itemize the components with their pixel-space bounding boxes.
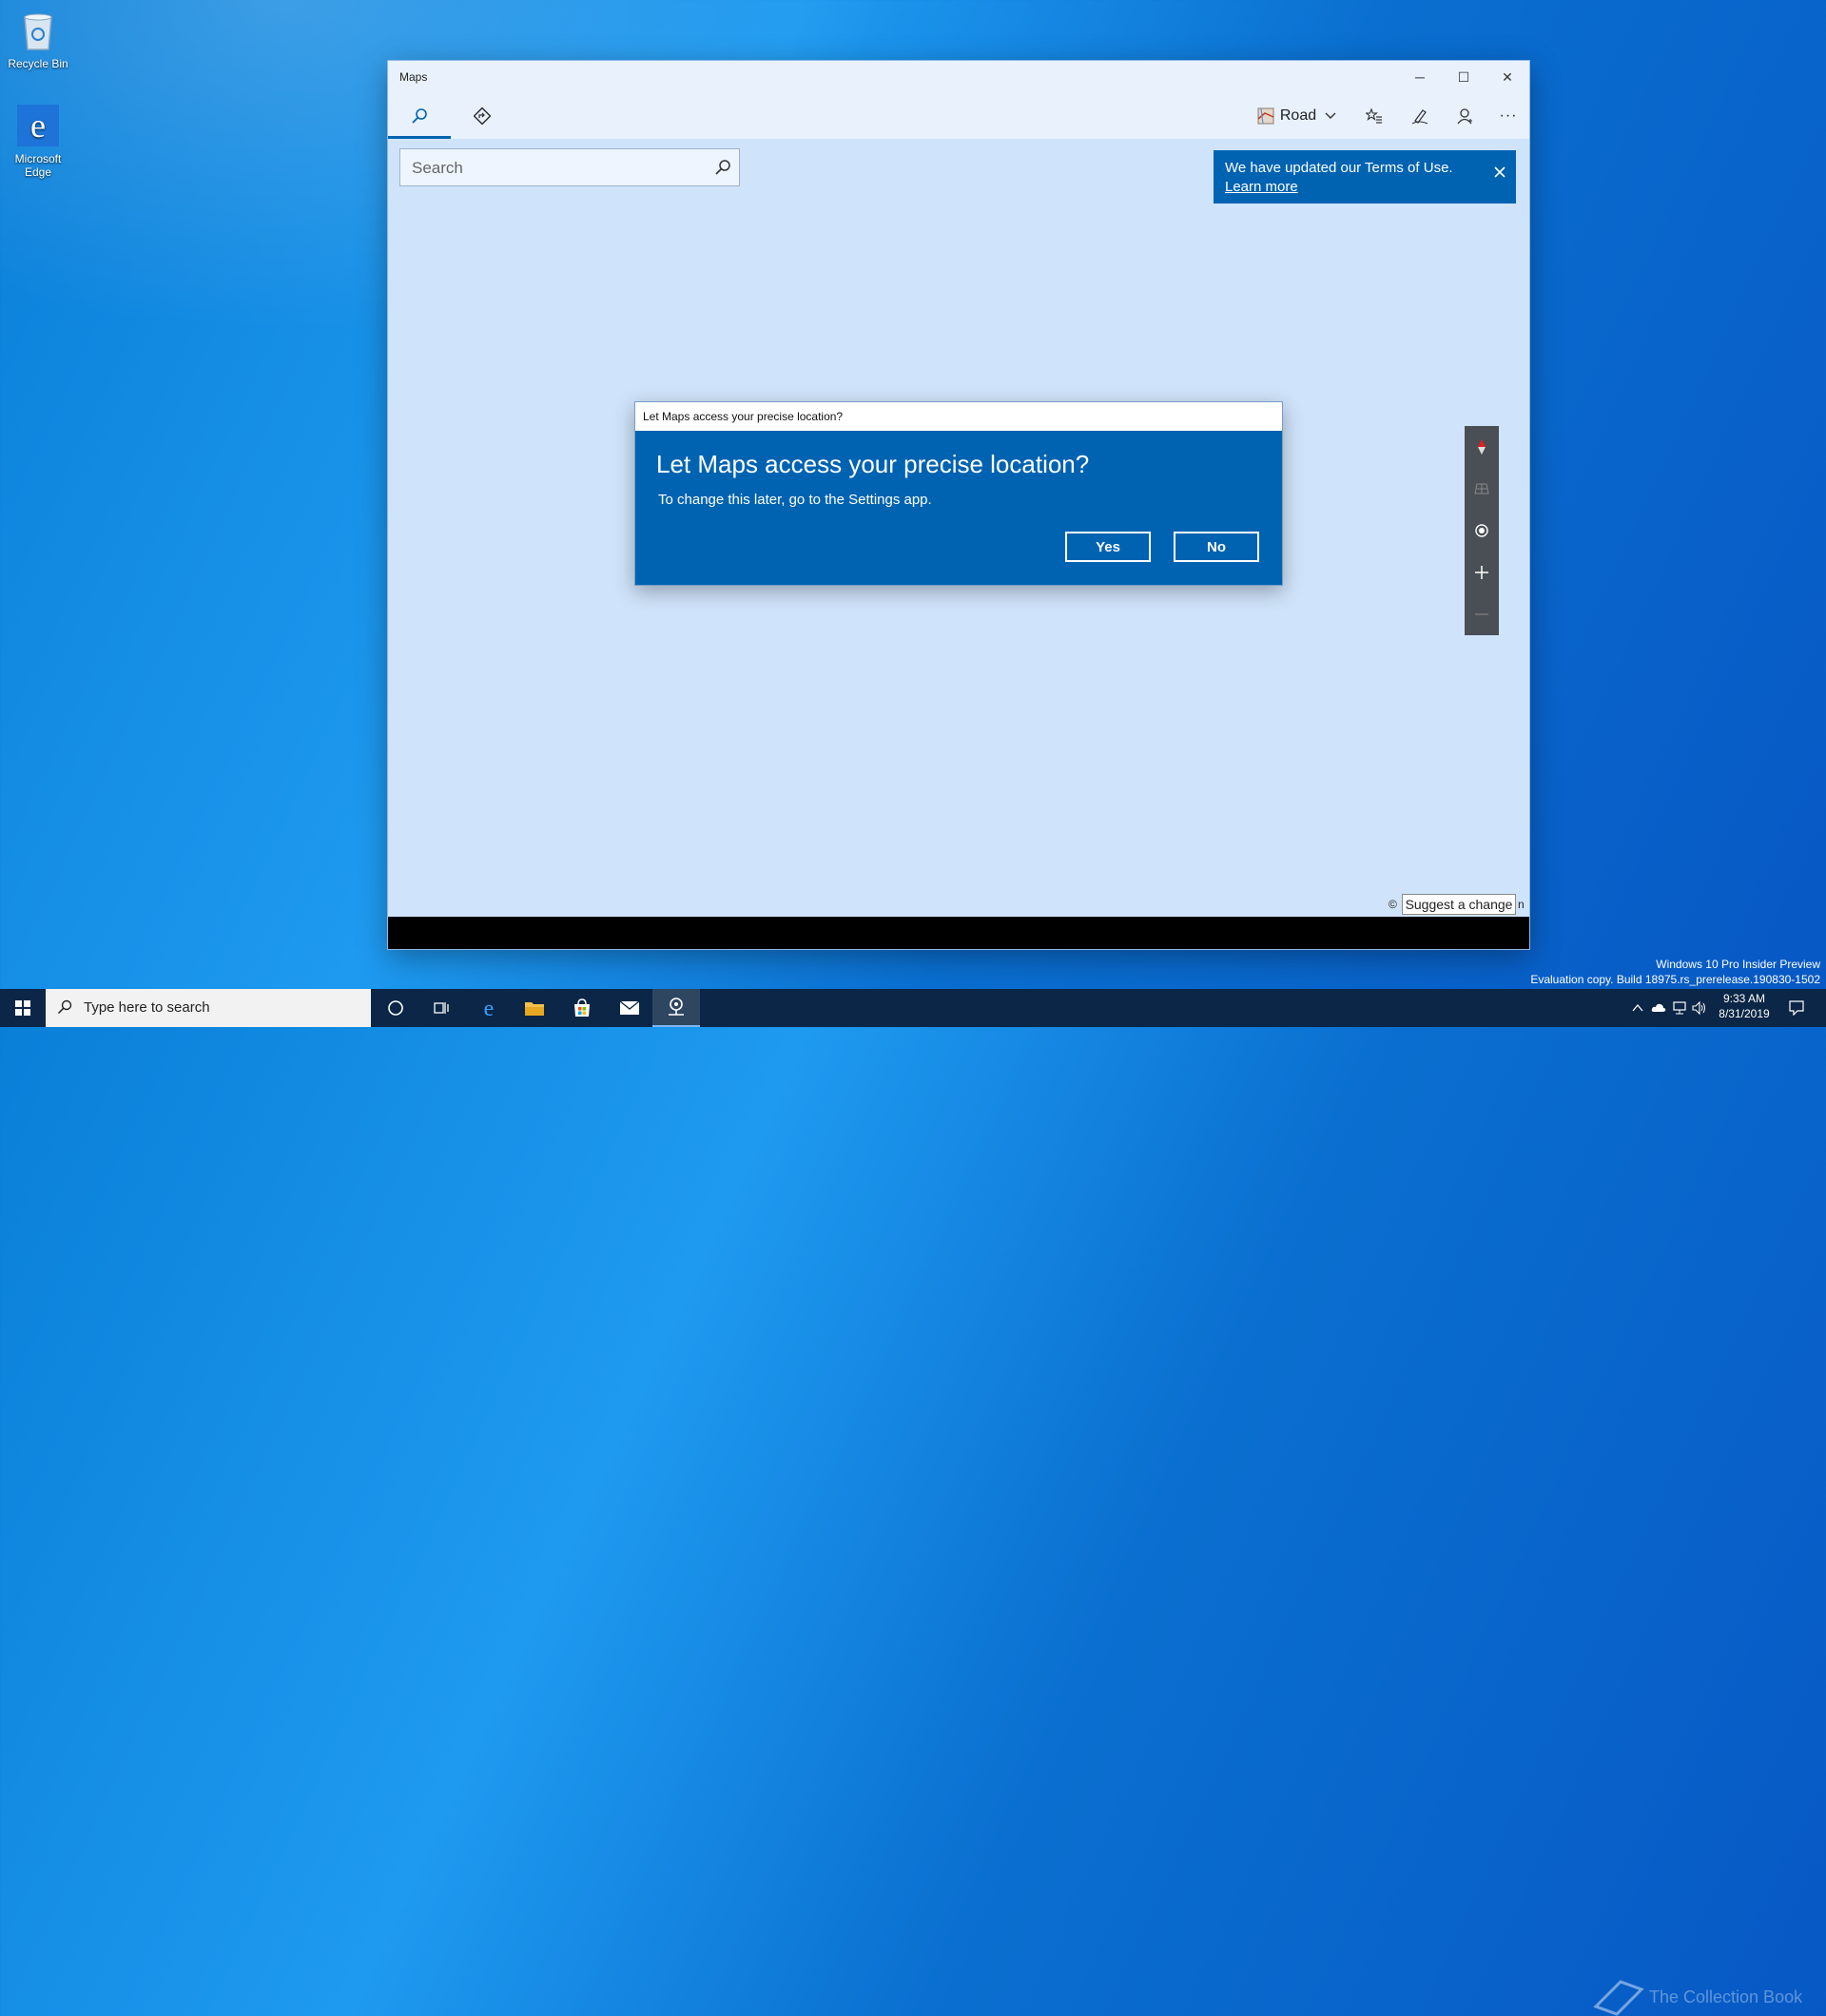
show-location-button[interactable] [1465, 510, 1499, 552]
map-style-label: Road [1279, 107, 1317, 124]
taskbar: Type here to search e The Collection Boo… [0, 989, 1826, 2016]
edge-label: Microsoft Edge [14, 152, 62, 179]
network-button[interactable] [1670, 989, 1689, 1027]
notification-icon [1789, 1000, 1804, 1016]
task-view-button[interactable] [418, 989, 464, 1027]
dialog-title: Let Maps access your precise location? [643, 410, 844, 423]
account-icon [1457, 108, 1472, 125]
minimize-button[interactable]: ─ [1398, 61, 1442, 93]
clock-time: 9:33 AM [1722, 992, 1766, 1005]
file-explorer-button[interactable] [512, 989, 557, 1027]
windows-logo-icon [15, 1000, 30, 1016]
mail-icon [619, 1000, 640, 1015]
dialog-title-bar[interactable]: Let Maps access your precise location? [635, 402, 1282, 431]
cortana-button[interactable] [373, 989, 418, 1027]
account-button[interactable] [1444, 93, 1487, 139]
brand-overlay-text: The Collection Book [1649, 1987, 1803, 2006]
directions-icon [474, 107, 491, 125]
maps-icon [669, 998, 684, 1016]
svg-text:e: e [30, 107, 46, 145]
taskbar-search-box[interactable]: Type here to search [46, 989, 371, 1027]
tilt-button[interactable] [1465, 468, 1499, 510]
zoom-out-button[interactable] [1465, 593, 1499, 635]
windows-watermark: Windows 10 Pro Insider Preview Evaluatio… [1530, 957, 1820, 987]
edge-icon: e [484, 997, 495, 1019]
terms-notice-text: We have updated our Terms of Use. [1225, 160, 1453, 176]
edge-icon: e [15, 103, 61, 148]
zoom-in-button[interactable] [1465, 552, 1499, 593]
learn-more-link[interactable]: Learn more [1225, 179, 1298, 195]
cloud-icon [1651, 1003, 1666, 1012]
edge-shortcut[interactable]: e Microsoft Edge [0, 103, 76, 179]
window-title: Maps [399, 70, 428, 84]
no-button[interactable]: No [1174, 532, 1259, 562]
svg-text:e: e [484, 997, 495, 1019]
suggest-change-button[interactable]: Suggest a change [1402, 894, 1516, 915]
toolbar: Road ··· [388, 93, 1529, 139]
task-view-icon [434, 1002, 449, 1014]
recycle-bin-label: Recycle Bin [8, 57, 68, 70]
map-style-dropdown[interactable]: Road [1252, 93, 1343, 139]
book-logo-icon [1593, 1980, 1644, 2016]
more-button[interactable]: ··· [1487, 93, 1529, 139]
map-copyright: © [1389, 898, 1397, 911]
terms-notice: We have updated our Terms of Use. Learn … [1214, 150, 1516, 204]
dialog-heading: Let Maps access your precise location? [656, 450, 1090, 478]
title-bar[interactable]: Maps ─ ☐ ✕ [388, 61, 1529, 93]
store-button[interactable] [559, 989, 605, 1027]
minus-icon [1475, 613, 1488, 615]
network-icon [1673, 1001, 1686, 1015]
yes-button[interactable]: Yes [1065, 532, 1151, 562]
store-icon [574, 998, 590, 1017]
compass-icon [1478, 439, 1486, 455]
clock-date: 8/31/2019 [1719, 1007, 1770, 1020]
location-permission-dialog: Let Maps access your precise location? L… [634, 401, 1283, 586]
plus-icon [1475, 566, 1488, 579]
search-input[interactable] [410, 149, 699, 187]
recycle-bin-icon [15, 8, 61, 53]
dialog-body: To change this later, go to the Settings… [658, 492, 932, 508]
start-button[interactable] [0, 989, 46, 1027]
search-box[interactable] [399, 148, 740, 187]
maximize-button[interactable]: ☐ [1442, 61, 1486, 93]
compass-button[interactable] [1465, 426, 1499, 468]
search-submit-button[interactable] [714, 159, 731, 181]
volume-icon [1692, 1001, 1705, 1015]
location-icon [1475, 524, 1488, 537]
search-tab[interactable] [388, 93, 451, 139]
watermark-build: Evaluation copy. Build 18975.rs_prerelea… [1530, 973, 1820, 986]
close-button[interactable]: ✕ [1486, 61, 1529, 93]
close-notice-button[interactable] [1493, 164, 1506, 183]
taskbar-edge-button[interactable]: e [466, 989, 512, 1027]
search-icon [57, 999, 72, 1019]
map-style-icon [1257, 107, 1274, 125]
onedrive-button[interactable] [1649, 989, 1668, 1027]
taskbar-search-placeholder: Type here to search [84, 999, 210, 1016]
ink-icon [1411, 109, 1428, 125]
search-icon [715, 160, 730, 175]
chevron-up-icon [1632, 1003, 1643, 1012]
chevron-down-icon [1325, 112, 1336, 119]
recycle-bin-shortcut[interactable]: Recycle Bin [0, 8, 76, 70]
mail-button[interactable] [607, 989, 652, 1027]
ink-button[interactable] [1398, 93, 1442, 139]
brand-overlay: The Collection Book [1592, 1978, 1820, 2016]
map-controls [1465, 426, 1499, 635]
directions-tab[interactable] [451, 93, 514, 139]
file-explorer-icon [525, 1002, 544, 1016]
map-copyright-tail: n [1518, 898, 1525, 911]
show-hidden-icons-button[interactable] [1628, 989, 1647, 1027]
clock[interactable]: 9:33 AM 8/31/2019 [1706, 991, 1782, 1021]
watermark-edition: Windows 10 Pro Insider Preview [1656, 958, 1820, 971]
map-bottom-bar [388, 917, 1529, 949]
close-icon [1494, 166, 1505, 178]
action-center-button[interactable] [1782, 989, 1811, 1027]
search-icon [412, 108, 427, 124]
favorites-button[interactable] [1352, 93, 1396, 139]
maps-taskbar-button[interactable] [652, 989, 700, 1027]
cortana-icon [388, 1000, 403, 1016]
favorites-icon [1366, 107, 1382, 124]
tilt-icon [1474, 483, 1489, 494]
